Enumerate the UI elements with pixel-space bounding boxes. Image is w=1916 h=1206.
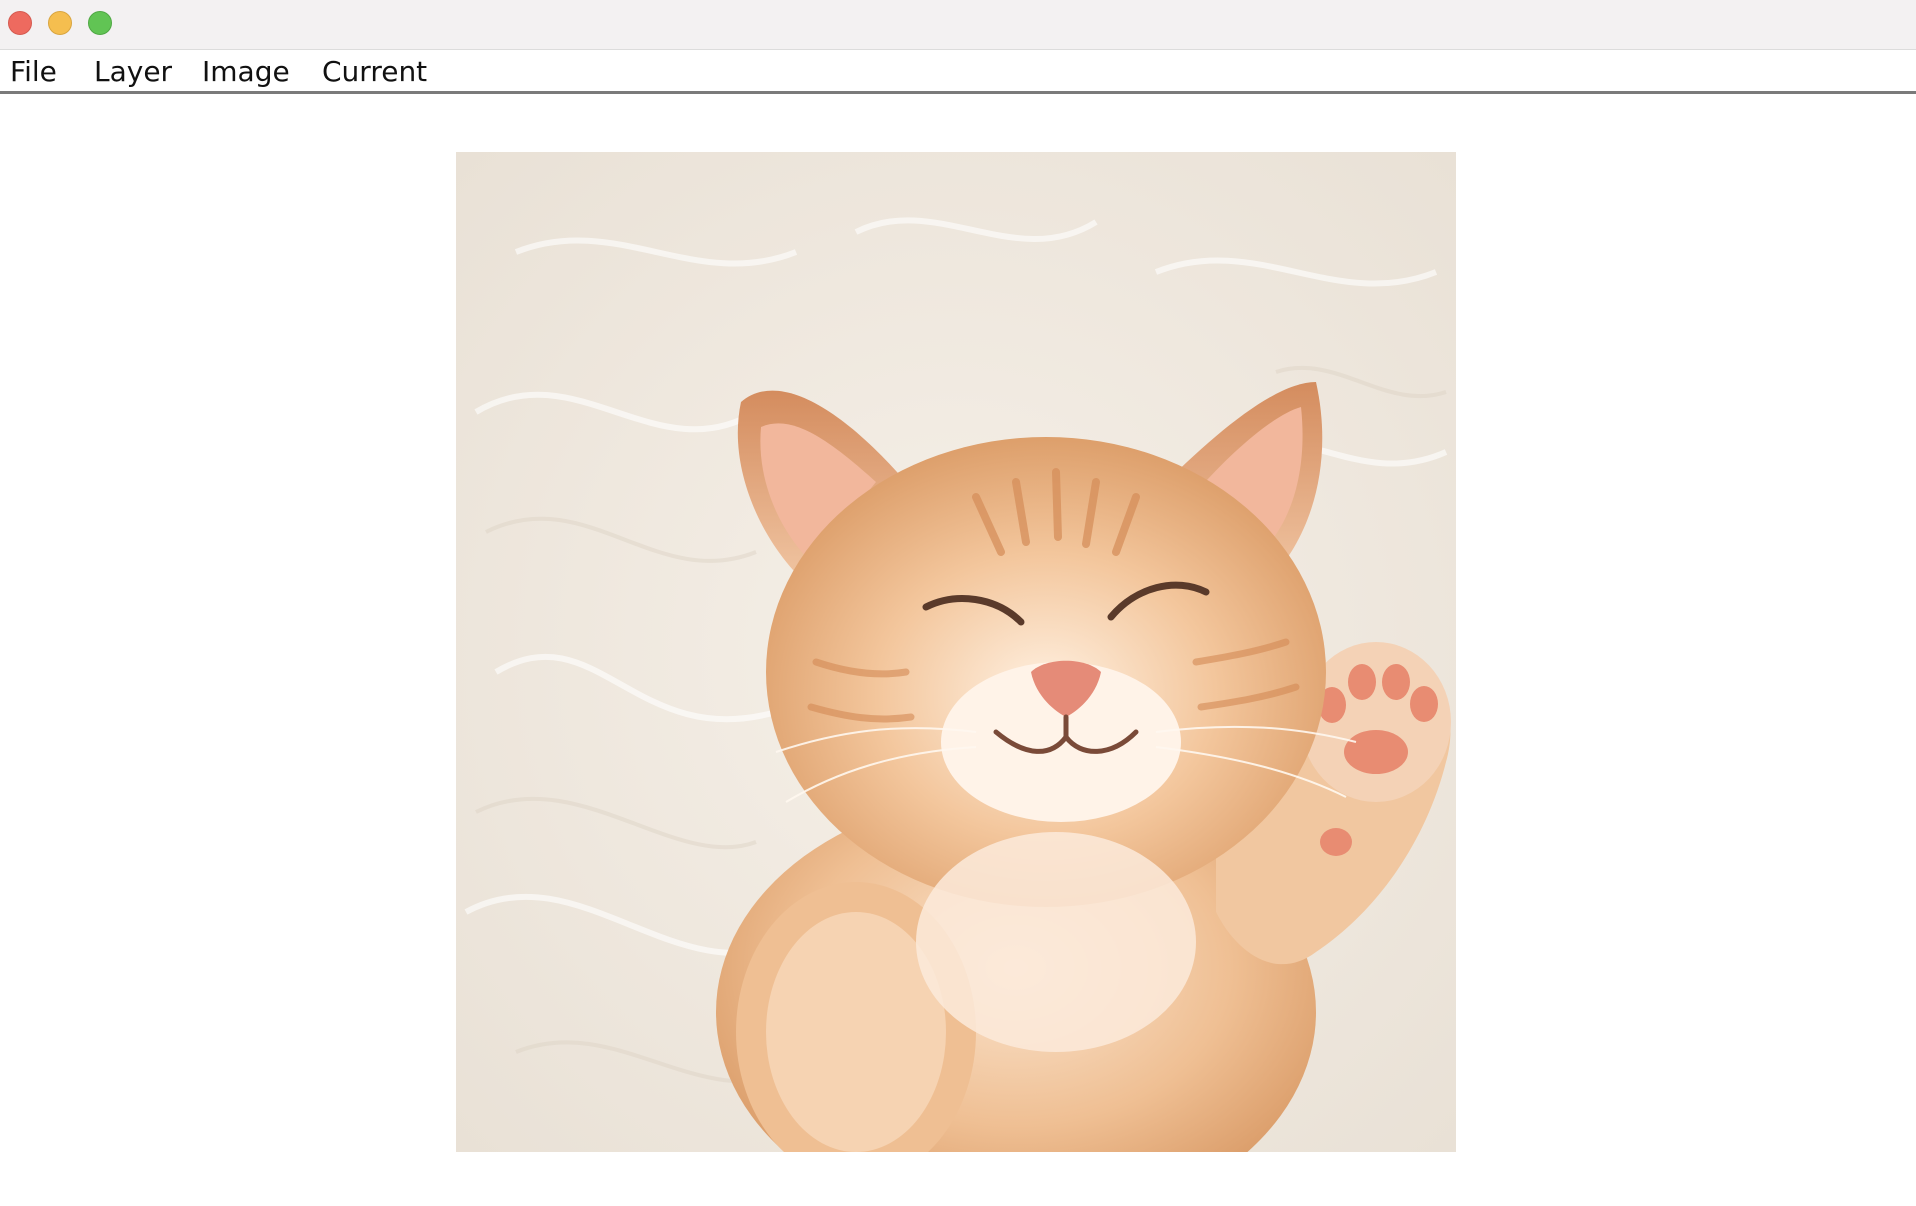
menu-bar: File Layer Image Current [0,50,1916,94]
minimize-window-button[interactable] [48,11,72,35]
loaded-image[interactable] [456,152,1456,1152]
menu-layer[interactable]: Layer [94,55,172,89]
window-titlebar [0,0,1916,50]
menu-file[interactable]: File [10,55,57,89]
close-window-button[interactable] [8,11,32,35]
image-canvas-area[interactable] [0,94,1916,1206]
maximize-window-button[interactable] [88,11,112,35]
menu-image[interactable]: Image [202,55,290,89]
menu-current[interactable]: Current [322,55,427,89]
kitten-photo-illustration [456,152,1456,1152]
